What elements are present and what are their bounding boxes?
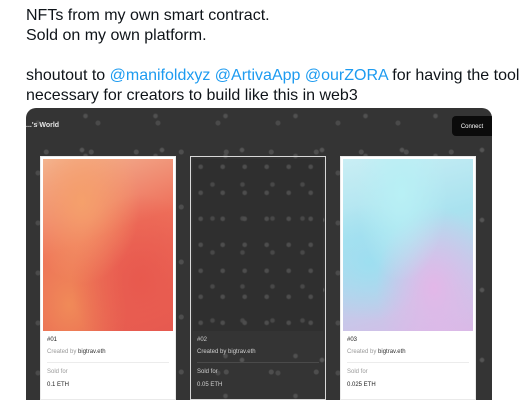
sold-for-label: Sold for — [197, 369, 218, 375]
tweet-text: NFTs from my own smart contract. Sold on… — [26, 6, 520, 106]
creator-name: bigtrav.eth — [228, 349, 256, 355]
shoutout-text: shoutout to — [26, 67, 110, 84]
nft-token-id: #01 — [47, 337, 58, 343]
tweet-line-4: necessary for creators to build like thi… — [26, 87, 358, 104]
card-divider — [347, 362, 469, 363]
created-by-label: Created by — [347, 349, 377, 355]
nft-artwork-02[interactable] — [193, 159, 323, 331]
nft-artwork-03[interactable] — [343, 159, 473, 331]
creator-name: bigtrav.eth — [78, 349, 106, 355]
connect-button[interactable]: Connect — [452, 116, 492, 136]
nft-creator: Created by bigtrav.eth — [197, 349, 319, 355]
nft-card-01[interactable]: #01 Created by bigtrav.eth Sold for 0.1 … — [40, 156, 176, 400]
mention-link-ourzora[interactable]: @ourZORA — [305, 67, 388, 84]
card-divider — [197, 362, 319, 363]
nft-creator: Created by bigtrav.eth — [47, 349, 169, 355]
sold-for-label: Sold for — [347, 369, 368, 375]
nft-price: 0.05 ETH — [197, 382, 223, 388]
tweet-media-image[interactable]: ...'s World Connect #01 Created by bigtr… — [26, 108, 492, 400]
mention-link-manifoldxyz[interactable]: @manifoldxyz — [110, 67, 211, 84]
nft-creator: Created by bigtrav.eth — [347, 349, 469, 355]
created-by-label: Created by — [197, 349, 227, 355]
nft-token-id: #02 — [197, 337, 208, 343]
site-title: ...'s World — [26, 122, 60, 129]
card-divider — [47, 362, 169, 363]
nft-card-02[interactable]: #02 Created by bigtrav.eth Sold for 0.05… — [190, 156, 326, 400]
sold-for-label: Sold for — [47, 369, 68, 375]
nft-price: 0.1 ETH — [47, 382, 70, 388]
mention-link-artivaapp[interactable]: @ArtivaApp — [215, 67, 301, 84]
nft-token-id: #03 — [347, 337, 358, 343]
tweet-line-3: shoutout to @manifoldxyz @ArtivaApp @our… — [26, 66, 520, 86]
created-by-label: Created by — [47, 349, 77, 355]
tweet-line-1: NFTs from my own smart contract. — [26, 7, 270, 24]
nft-artwork-01[interactable] — [43, 159, 173, 331]
creator-name: bigtrav.eth — [378, 349, 406, 355]
tweet-line-3-suffix: for having the tools — [387, 67, 520, 84]
nft-card-03[interactable]: #03 Created by bigtrav.eth Sold for 0.02… — [340, 156, 476, 400]
tweet-line-2: Sold on my own platform. — [26, 27, 207, 44]
nft-price: 0.025 ETH — [347, 382, 376, 388]
